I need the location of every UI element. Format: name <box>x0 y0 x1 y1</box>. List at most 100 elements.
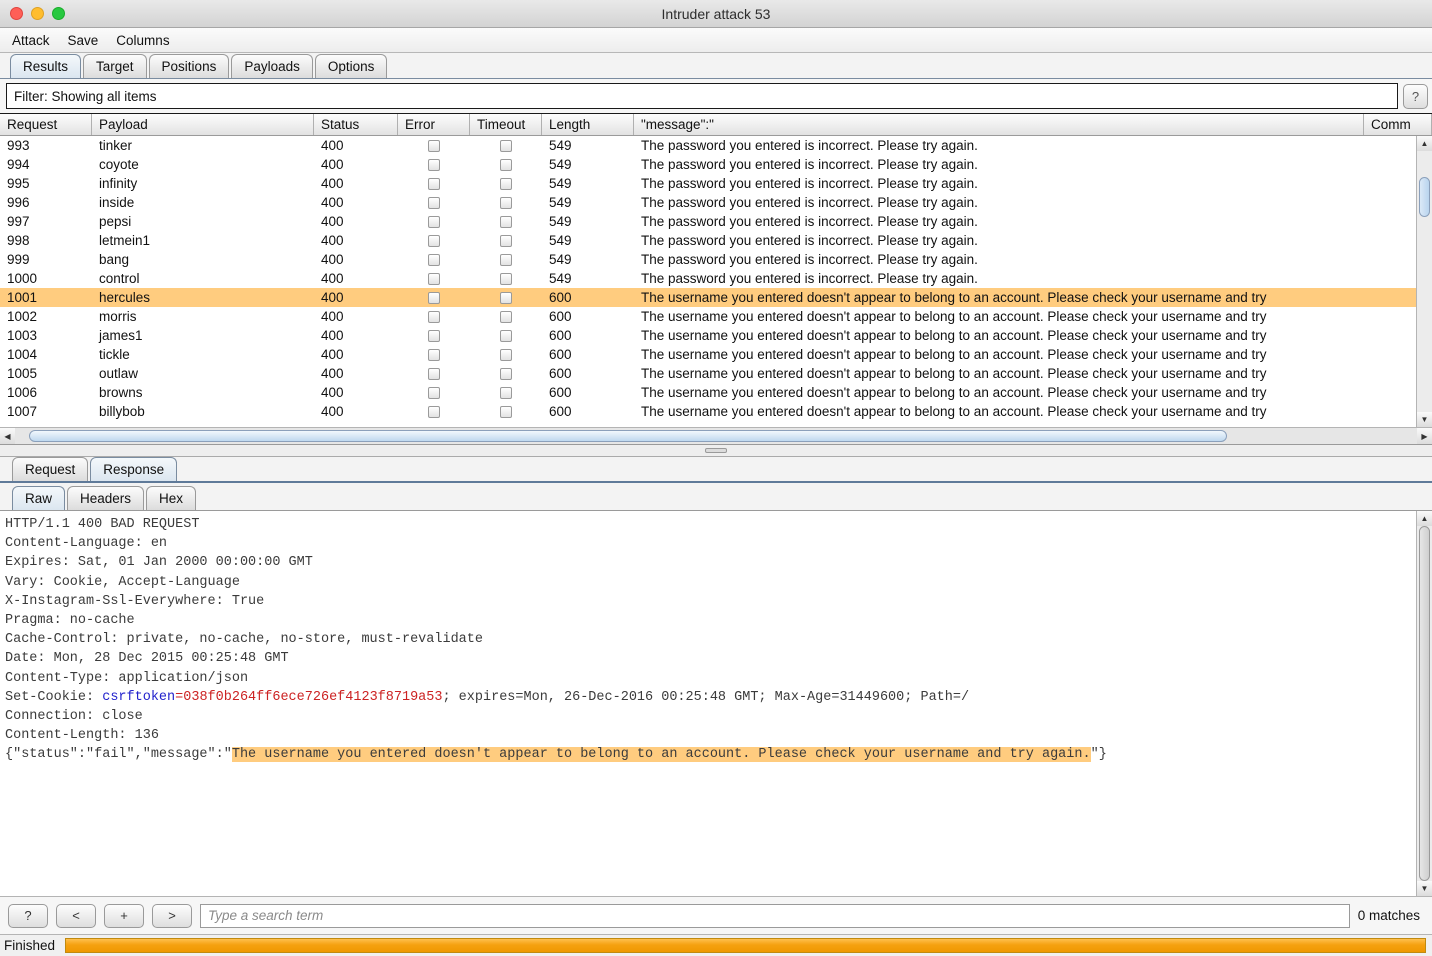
tab-options[interactable]: Options <box>314 54 388 78</box>
search-prev-button[interactable]: < <box>56 903 96 928</box>
table-row[interactable]: 997 pepsi 400 549 The password you entered i… <box>0 212 1416 231</box>
tab-results[interactable]: Results <box>10 54 82 78</box>
table-row[interactable]: 1007 billybob 400 600 The username you enter… <box>0 402 1416 421</box>
table-row[interactable]: 994 coyote 400 549 The password you entered … <box>0 155 1416 174</box>
checkbox-timeout[interactable] <box>500 386 512 399</box>
table-row[interactable]: 1000 control 400 549 The password you entere… <box>0 269 1416 288</box>
checkbox-error[interactable] <box>428 386 440 399</box>
table-row[interactable]: 1006 browns 400 600 The username you entered… <box>0 383 1416 402</box>
subtab-raw[interactable]: Raw <box>12 486 66 510</box>
tab-positions[interactable]: Positions <box>148 54 230 78</box>
vscroll-track[interactable] <box>1417 151 1432 412</box>
checkbox-error[interactable] <box>428 253 440 266</box>
cell-status: 400 <box>321 328 344 343</box>
checkbox-timeout[interactable] <box>500 272 512 285</box>
table-vertical-scrollbar[interactable]: ▲ ▼ <box>1416 136 1432 427</box>
response-raw-text[interactable]: HTTP/1.1 400 BAD REQUEST Content-Language… <box>0 511 1416 896</box>
table-horizontal-scrollbar[interactable]: ◀ ▶ <box>0 427 1432 444</box>
checkbox-timeout[interactable] <box>500 139 512 152</box>
checkbox-error[interactable] <box>428 272 440 285</box>
checkbox-error[interactable] <box>428 196 440 209</box>
tab-payloads[interactable]: Payloads <box>231 54 313 78</box>
checkbox-timeout[interactable] <box>500 405 512 418</box>
filter-help-icon[interactable]: ? <box>1403 83 1428 109</box>
checkbox-timeout[interactable] <box>500 234 512 247</box>
response-vscroll-thumb[interactable] <box>1419 526 1430 881</box>
panel-splitter[interactable] <box>0 445 1432 457</box>
search-next-button[interactable]: > <box>152 903 192 928</box>
checkbox-timeout[interactable] <box>500 196 512 209</box>
table-row[interactable]: 1005 outlaw 400 600 The username you entered… <box>0 364 1416 383</box>
scroll-up-icon[interactable]: ▲ <box>1417 136 1432 151</box>
attack-progress-bar <box>65 938 1426 953</box>
menu-item-attack[interactable]: Attack <box>12 33 50 48</box>
tab-target[interactable]: Target <box>83 54 147 78</box>
subtab-headers[interactable]: Headers <box>67 486 145 510</box>
checkbox-timeout[interactable] <box>500 348 512 361</box>
checkbox-timeout[interactable] <box>500 215 512 228</box>
checkbox-error[interactable] <box>428 291 440 304</box>
column-header-length[interactable]: Length <box>542 114 634 135</box>
tab-response[interactable]: Response <box>90 457 178 481</box>
response-scroll-up-icon[interactable]: ▲ <box>1417 511 1432 526</box>
table-row[interactable]: 999 bang 400 549 The password you entered is… <box>0 250 1416 269</box>
column-header-request[interactable]: Request <box>0 114 92 135</box>
checkbox-timeout[interactable] <box>500 329 512 342</box>
table-row[interactable]: 996 inside 400 549 The password you entered … <box>0 193 1416 212</box>
checkbox-error[interactable] <box>428 177 440 190</box>
search-input[interactable]: Type a search term <box>200 903 1350 928</box>
cell-status: 400 <box>321 138 344 153</box>
table-row[interactable]: 998 letmein1 400 549 The password you entere… <box>0 231 1416 250</box>
checkbox-error[interactable] <box>428 139 440 152</box>
checkbox-timeout[interactable] <box>500 253 512 266</box>
checkbox-error[interactable] <box>428 329 440 342</box>
checkbox-timeout[interactable] <box>500 158 512 171</box>
cell-error <box>398 139 470 152</box>
hscroll-track[interactable] <box>15 428 1417 444</box>
table-row[interactable]: 1003 james1 400 600 The username you entered… <box>0 326 1416 345</box>
column-header-status[interactable]: Status <box>314 114 398 135</box>
column-header-payload[interactable]: Payload <box>92 114 314 135</box>
cell-request: 997 <box>7 214 30 229</box>
column-header-timeout[interactable]: Timeout <box>470 114 542 135</box>
filter-bar[interactable]: Filter: Showing all items <box>6 83 1398 109</box>
search-help-icon[interactable]: ? <box>8 903 48 928</box>
checkbox-error[interactable] <box>428 215 440 228</box>
table-row[interactable]: 1001 hercules 400 600 The username you enter… <box>0 288 1416 307</box>
cell-payload: tickle <box>99 347 130 362</box>
hscroll-thumb[interactable] <box>29 430 1227 442</box>
table-row[interactable]: 1004 tickle 400 600 The username you entered… <box>0 345 1416 364</box>
checkbox-error[interactable] <box>428 158 440 171</box>
cell-message: The username you entered doesn't appear … <box>641 309 1267 324</box>
cell-request: 1004 <box>7 347 38 362</box>
checkbox-error[interactable] <box>428 367 440 380</box>
checkbox-error[interactable] <box>428 234 440 247</box>
cell-request: 1005 <box>7 366 38 381</box>
table-row[interactable]: 995 infinity 400 549 The password you entere… <box>0 174 1416 193</box>
scroll-right-icon[interactable]: ▶ <box>1417 428 1432 444</box>
scroll-down-icon[interactable]: ▼ <box>1417 412 1432 427</box>
menu-item-save[interactable]: Save <box>68 33 99 48</box>
table-row[interactable]: 1002 morris 400 600 The username you entered… <box>0 307 1416 326</box>
subtab-hex[interactable]: Hex <box>146 486 197 510</box>
response-vertical-scrollbar[interactable]: ▲ ▼ <box>1416 511 1432 896</box>
table-row[interactable]: 993 tinker 400 549 The password you entered … <box>0 136 1416 155</box>
vscroll-thumb[interactable] <box>1419 177 1430 217</box>
column-header-comment[interactable]: Comm <box>1364 114 1432 135</box>
splitter-grip-icon[interactable] <box>705 448 727 453</box>
checkbox-error[interactable] <box>428 348 440 361</box>
menu-item-columns[interactable]: Columns <box>116 33 169 48</box>
checkbox-timeout[interactable] <box>500 177 512 190</box>
column-header-error[interactable]: Error <box>398 114 470 135</box>
tab-request[interactable]: Request <box>12 457 89 481</box>
checkbox-timeout[interactable] <box>500 367 512 380</box>
scroll-left-icon[interactable]: ◀ <box>0 428 15 444</box>
response-scroll-down-icon[interactable]: ▼ <box>1417 881 1432 896</box>
response-vscroll-track[interactable] <box>1417 526 1432 881</box>
search-add-button[interactable]: + <box>104 903 144 928</box>
column-header-message[interactable]: "message":" <box>634 114 1364 135</box>
checkbox-error[interactable] <box>428 405 440 418</box>
checkbox-timeout[interactable] <box>500 310 512 323</box>
checkbox-error[interactable] <box>428 310 440 323</box>
checkbox-timeout[interactable] <box>500 291 512 304</box>
